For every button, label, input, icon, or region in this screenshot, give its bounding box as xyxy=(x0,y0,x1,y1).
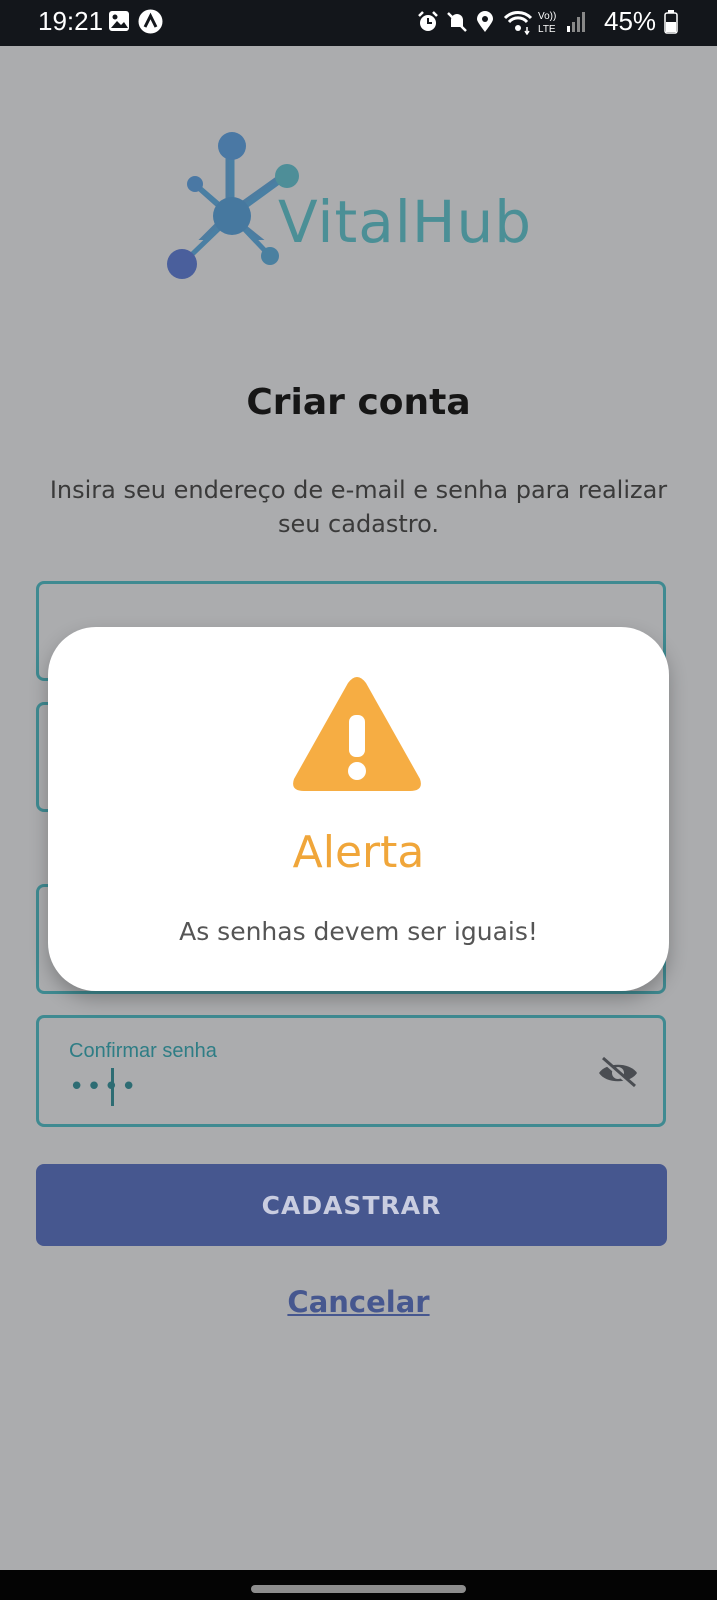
battery-icon xyxy=(664,10,678,34)
alert-dialog: Alerta As senhas devem ser iguais! xyxy=(48,627,669,991)
register-button[interactable]: CADASTRAR xyxy=(36,1164,667,1246)
eye-off-icon[interactable] xyxy=(597,1056,639,1090)
volte-icon: Vo)) LTE xyxy=(538,11,556,35)
status-time: 19:21 xyxy=(38,6,104,36)
wifi-icon xyxy=(503,11,533,35)
status-bar: 19:21 Vo)) LTE 45% xyxy=(0,0,717,46)
confirm-password-field[interactable]: Confirmar senha •••• xyxy=(36,1015,666,1127)
signal-icon xyxy=(567,12,585,32)
alert-title: Alerta xyxy=(292,827,425,878)
image-icon xyxy=(109,11,129,31)
logo-wordmark: VitalHub xyxy=(278,188,533,256)
page-subtitle: Insira seu endereço de e-mail e senha pa… xyxy=(49,476,668,538)
page-title: Criar conta xyxy=(246,382,471,423)
warning-icon xyxy=(293,677,421,791)
battery-percentage: 45% xyxy=(604,6,657,36)
home-indicator[interactable] xyxy=(251,1585,466,1593)
alarm-icon xyxy=(418,11,438,31)
svg-text:LTE: LTE xyxy=(538,24,556,35)
svg-text:Vo)): Vo)) xyxy=(538,11,556,22)
cancel-link[interactable]: Cancelar xyxy=(0,1285,717,1319)
text-caret xyxy=(111,1068,114,1106)
alert-message: As senhas devem ser iguais! xyxy=(179,917,538,946)
confirm-password-label: Confirmar senha xyxy=(69,1040,217,1062)
location-icon xyxy=(477,11,493,32)
confirm-password-value[interactable]: •••• xyxy=(69,1072,138,1102)
app-notification-icon xyxy=(138,9,163,34)
mute-icon xyxy=(447,12,467,32)
